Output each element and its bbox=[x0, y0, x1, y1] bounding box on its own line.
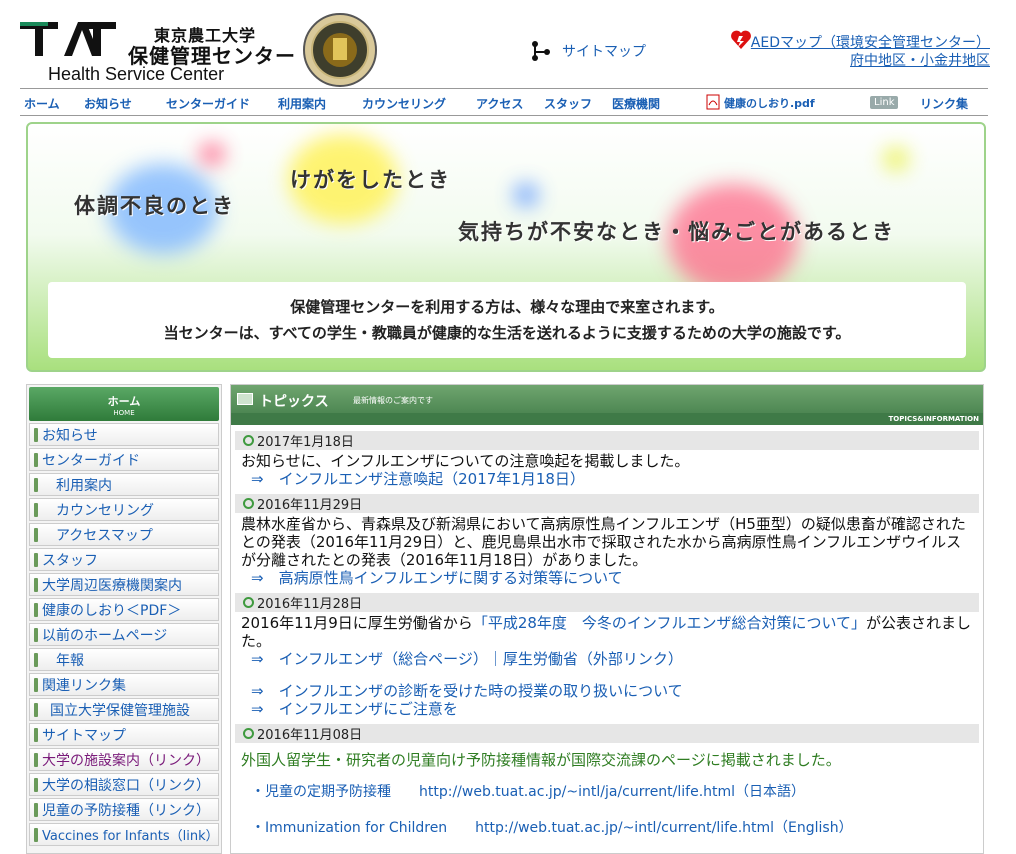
sidebar-item-health-guide-pdf[interactable]: 健康のしおり＜PDF＞ bbox=[29, 598, 219, 621]
topic-text: 農林水産省から、青森県及び新潟県において高病原性鳥インフルエンザ（H5亜型）の疑… bbox=[241, 515, 966, 569]
sidebar-item-counseling[interactable]: カウンセリング bbox=[29, 498, 219, 521]
university-seal-icon bbox=[303, 13, 377, 87]
sidebar-item-facility-guide[interactable]: 大学の施設案内（リンク） bbox=[29, 748, 219, 771]
banner-text-injured: けがをしたとき bbox=[290, 168, 451, 192]
decor-blob-pink-small bbox=[200, 144, 224, 164]
sidebar-item-old-homepage[interactable]: 以前のホームページ bbox=[29, 623, 219, 646]
site-header: 東京農工大学 保健管理センター Health Service Center サイ… bbox=[0, 0, 1016, 90]
nav-news[interactable]: お知らせ bbox=[84, 95, 132, 112]
topics-english-label: TOPICS&INFORMATION bbox=[888, 415, 980, 423]
topic-date: 2016年11月29日 bbox=[235, 494, 979, 513]
sidebar-item-child-vaccination[interactable]: 児童の予防接種（リンク） bbox=[29, 798, 219, 821]
sidebar-item-national-health-facilities[interactable]: 国立大学保健管理施設 bbox=[29, 698, 219, 721]
topic-date: 2017年1月18日 bbox=[235, 431, 979, 450]
sitemap-link[interactable]: サイトマップ bbox=[530, 40, 646, 62]
nav-medical-institutions[interactable]: 医療機関 bbox=[612, 95, 660, 112]
topic-date: 2016年11月08日 bbox=[235, 724, 979, 743]
sitemap-label: サイトマップ bbox=[562, 44, 646, 60]
nav-usage-guide[interactable]: 利用案内 bbox=[278, 95, 326, 112]
topic-text: お知らせに、インフルエンザについての注意喚起を掲載しました。 bbox=[241, 452, 690, 470]
topics-title: トピックス bbox=[259, 394, 329, 410]
sidebar-item-center-guide[interactable]: センターガイド bbox=[29, 448, 219, 471]
sidebar-item-usage-guide[interactable]: 利用案内 bbox=[29, 473, 219, 496]
sidebar-item-vaccines-infants[interactable]: Vaccines for Infants（link） bbox=[29, 823, 219, 846]
topic-link[interactable]: ⇒ インフルエンザ（総合ページ）｜厚生労働省（外部リンク） bbox=[231, 650, 983, 668]
nav-center-guide[interactable]: センターガイド bbox=[166, 95, 250, 112]
banner-message-box: 保健管理センターを利用する方は、様々な理由で来室されます。 当センターは、すべて… bbox=[48, 282, 966, 358]
nav-home[interactable]: ホーム bbox=[24, 95, 60, 112]
topic-link[interactable]: ⇒ インフルエンザ注意喚起（2017年1月18日） bbox=[231, 470, 983, 488]
topic-link[interactable]: ・Immunization for Children http://web.tu… bbox=[231, 801, 983, 837]
tat-logo[interactable] bbox=[20, 22, 116, 62]
topic-date: 2016年11月28日 bbox=[235, 593, 979, 612]
sidebar-item-sitemap[interactable]: サイトマップ bbox=[29, 723, 219, 746]
topics-subtitle: 最新情報のご案内です bbox=[353, 396, 433, 405]
topic-link[interactable]: ⇒ インフルエンザにご注意を bbox=[231, 700, 983, 718]
nav-counseling[interactable]: カウンセリング bbox=[362, 95, 446, 112]
sidebar: ホーム HOME お知らせ センターガイド 利用案内 カウンセリング アクセスマ… bbox=[26, 384, 222, 854]
topics-header-icon bbox=[237, 393, 253, 405]
sitemap-icon bbox=[532, 41, 550, 61]
sidebar-item-access-map[interactable]: アクセスマップ bbox=[29, 523, 219, 546]
hero-banner: 体調不良のとき けがをしたとき 気持ちが不安なとき・悩みごとがあるとき 保健管理… bbox=[26, 122, 986, 372]
nav-health-guide-pdf[interactable]: 健康のしおり.pdf bbox=[724, 95, 815, 111]
nav-links[interactable]: リンク集 bbox=[920, 95, 968, 112]
sidebar-item-nearby-clinics[interactable]: 大学周辺医療機関案内 bbox=[29, 573, 219, 596]
topic-link[interactable]: ・児童の定期予防接種 http://web.tuat.ac.jp/~intl/j… bbox=[231, 769, 983, 801]
aed-heart-icon bbox=[731, 30, 751, 49]
sidebar-item-consultation[interactable]: 大学の相談窓口（リンク） bbox=[29, 773, 219, 796]
aed-campus-link[interactable]: 府中地区・小金井地区 bbox=[730, 52, 990, 70]
nav-access[interactable]: アクセス bbox=[476, 95, 523, 112]
aed-map-link[interactable]: AEDマップ（環境安全管理センター） bbox=[730, 34, 990, 52]
topic-text: 外国人留学生・研究者の児童向け予防接種情報が国際交流課のページに掲載されました。 bbox=[241, 751, 841, 769]
sidebar-item-related-links[interactable]: 関連リンク集 bbox=[29, 673, 219, 696]
link-badge: Link bbox=[870, 96, 899, 109]
sidebar-item-staff[interactable]: スタッフ bbox=[29, 548, 219, 571]
aed-map-block: AEDマップ（環境安全管理センター） 府中地区・小金井地区 bbox=[730, 30, 990, 70]
topic-inline-link[interactable]: 「平成28年度 今冬のインフルエンザ総合対策について」 bbox=[473, 614, 866, 632]
main-nav: ホーム お知らせ センターガイド 利用案内 カウンセリング アクセス スタッフ … bbox=[20, 88, 988, 116]
banner-text-anxious: 気持ちが不安なとき・悩みごとがあるとき bbox=[458, 220, 895, 244]
logo-english-name: Health Service Center bbox=[48, 64, 225, 84]
pdf-icon bbox=[706, 94, 720, 110]
topic-link[interactable]: ⇒ インフルエンザの診断を受けた時の授業の取り扱いについて bbox=[231, 682, 983, 700]
sidebar-item-news[interactable]: お知らせ bbox=[29, 423, 219, 446]
nav-staff[interactable]: スタッフ bbox=[544, 95, 592, 112]
topic-link[interactable]: ⇒ 高病原性鳥インフルエンザに関する対策等について bbox=[231, 569, 983, 587]
banner-text-unwell: 体調不良のとき bbox=[74, 194, 235, 218]
sidebar-home-sublabel: HOME bbox=[113, 409, 135, 417]
topic-text-pre: 2016年11月9日に厚生労働省から bbox=[241, 614, 473, 632]
topics-header: トピックス 最新情報のご案内です TOPICS&INFORMATION bbox=[231, 385, 983, 425]
sidebar-home-label: ホーム bbox=[107, 395, 141, 408]
decor-blob-blue-small bbox=[514, 184, 538, 206]
topics-header-bar bbox=[231, 413, 983, 425]
topics-panel: トピックス 最新情報のご案内です TOPICS&INFORMATION 2017… bbox=[230, 384, 984, 854]
sidebar-item-annual-report[interactable]: 年報 bbox=[29, 648, 219, 671]
topic-text: 2016年11月9日に厚生労働省から「平成28年度 今冬のインフルエンザ総合対策… bbox=[231, 612, 983, 650]
banner-message-line2: 当センターは、すべての学生・教職員が健康的な生活を送れるように支援するための大学… bbox=[163, 324, 851, 342]
decor-blob-yellow-small bbox=[884, 148, 908, 170]
sidebar-home-button[interactable]: ホーム HOME bbox=[29, 387, 219, 421]
banner-message-line1: 保健管理センターを利用する方は、様々な理由で来室されます。 bbox=[290, 298, 724, 316]
